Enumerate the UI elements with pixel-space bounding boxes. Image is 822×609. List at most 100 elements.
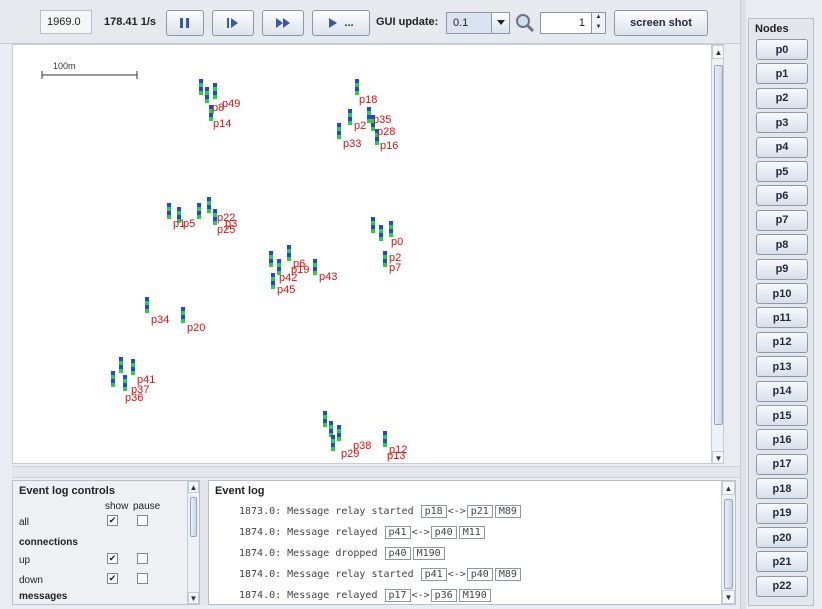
node-marker[interactable] xyxy=(313,259,317,275)
world-view[interactable]: 100m p49 p8 p14 p18 p2 p35 p28 p33 p16 p… xyxy=(12,44,724,464)
node-button-p15[interactable]: p15 xyxy=(756,405,808,426)
node-button-p13[interactable]: p13 xyxy=(756,356,808,378)
node-marker[interactable] xyxy=(131,359,135,375)
node-marker[interactable] xyxy=(287,245,291,261)
node-link[interactable]: p18 xyxy=(420,505,447,518)
node-marker[interactable] xyxy=(331,435,335,451)
gui-update-select[interactable]: 0.1 xyxy=(446,12,510,34)
message-link[interactable]: M190 xyxy=(458,589,491,602)
scroll-down-icon[interactable]: ▼ xyxy=(722,590,735,604)
node-button-p7[interactable]: p7 xyxy=(756,209,808,231)
node-marker[interactable] xyxy=(111,371,115,387)
node-link[interactable]: p40 xyxy=(466,568,493,581)
message-link[interactable]: M89 xyxy=(494,568,521,581)
scroll-up-icon[interactable]: ▲ xyxy=(188,481,199,493)
scroll-thumb[interactable] xyxy=(714,65,723,425)
node-marker[interactable] xyxy=(271,273,275,289)
message-link[interactable]: M89 xyxy=(494,505,521,518)
node-button-p14[interactable]: p14 xyxy=(756,380,808,402)
node-marker[interactable] xyxy=(197,203,201,219)
log-splitter[interactable] xyxy=(200,480,208,605)
gui-update-value: 0.1 xyxy=(447,13,491,33)
node-marker[interactable] xyxy=(207,197,211,213)
screenshot-button[interactable]: screen shot xyxy=(614,10,708,36)
world-scrollbar[interactable]: ▲ ▼ xyxy=(711,45,723,463)
node-label: p5 xyxy=(183,218,196,230)
node-button-p6[interactable]: p6 xyxy=(756,185,808,207)
node-button-p5[interactable]: p5 xyxy=(756,161,808,182)
node-button-p10[interactable]: p10 xyxy=(756,283,808,304)
node-button-p21[interactable]: p21 xyxy=(756,551,808,573)
node-button-p12[interactable]: p12 xyxy=(756,331,808,353)
node-marker[interactable] xyxy=(383,431,387,447)
node-button-p20[interactable]: p20 xyxy=(756,527,808,548)
node-button-p16[interactable]: p16 xyxy=(756,429,808,451)
log-scrollbar[interactable]: ▲ ▼ xyxy=(721,481,735,604)
zoom-spinner[interactable]: 1 ▲ ▼ xyxy=(540,12,606,34)
scroll-thumb[interactable] xyxy=(724,499,733,589)
node-marker[interactable] xyxy=(337,123,341,139)
node-marker[interactable] xyxy=(355,79,359,95)
scroll-up-icon[interactable]: ▲ xyxy=(722,481,735,495)
node-marker[interactable] xyxy=(123,375,127,391)
node-marker[interactable] xyxy=(119,357,123,373)
node-button-p0[interactable]: p0 xyxy=(756,39,808,60)
message-link[interactable]: M11 xyxy=(458,526,485,539)
node-button-p17[interactable]: p17 xyxy=(756,453,808,475)
message-link[interactable]: M190 xyxy=(412,547,445,560)
fast-forward-button[interactable] xyxy=(262,10,304,36)
pause-down-checkbox[interactable] xyxy=(137,573,148,584)
log-text: 1874.0: Message relay started xyxy=(239,569,414,580)
node-button-p19[interactable]: p19 xyxy=(756,502,808,524)
scroll-down-icon[interactable]: ▼ xyxy=(188,592,199,604)
scroll-down-icon[interactable]: ▼ xyxy=(712,451,723,463)
pause-up-checkbox[interactable] xyxy=(137,553,148,564)
node-marker[interactable] xyxy=(213,83,217,99)
show-column-header: show xyxy=(105,501,129,512)
show-up-checkbox[interactable]: ✔ xyxy=(107,553,118,564)
horizontal-splitter[interactable] xyxy=(12,466,740,478)
node-marker[interactable] xyxy=(337,425,341,441)
node-button-p11[interactable]: p11 xyxy=(756,307,808,329)
controls-scrollbar[interactable]: ▲ ▼ xyxy=(187,481,199,604)
node-link[interactable]: p41 xyxy=(420,568,447,581)
show-down-checkbox[interactable]: ✔ xyxy=(107,573,118,584)
show-all-checkbox[interactable]: ✔ xyxy=(107,515,118,526)
node-marker[interactable] xyxy=(383,251,387,267)
scroll-thumb[interactable] xyxy=(190,497,197,537)
spinner-down-icon[interactable]: ▼ xyxy=(592,23,605,33)
node-marker[interactable] xyxy=(371,217,375,233)
node-link[interactable]: p36 xyxy=(430,589,457,602)
node-link[interactable]: p17 xyxy=(384,589,411,602)
node-marker[interactable] xyxy=(145,297,149,313)
scroll-up-icon[interactable]: ▲ xyxy=(712,45,723,59)
node-button-p1[interactable]: p1 xyxy=(756,63,808,85)
node-marker[interactable] xyxy=(323,411,327,427)
node-marker[interactable] xyxy=(205,87,209,103)
node-button-p4[interactable]: p4 xyxy=(756,136,808,158)
node-button-p3[interactable]: p3 xyxy=(756,112,808,134)
node-marker[interactable] xyxy=(181,307,185,323)
node-marker[interactable] xyxy=(269,251,273,267)
node-link[interactable]: p40 xyxy=(384,547,411,560)
node-button-p9[interactable]: p9 xyxy=(756,258,808,280)
vertical-splitter[interactable] xyxy=(740,0,746,609)
pause-button[interactable] xyxy=(166,10,204,36)
node-button-p8[interactable]: p8 xyxy=(756,234,808,256)
node-marker[interactable] xyxy=(167,203,171,219)
log-entry: 1874.0: Message relay started p41 <-> p4… xyxy=(239,568,522,581)
node-button-p18[interactable]: p18 xyxy=(756,478,808,500)
node-link[interactable]: p21 xyxy=(466,505,493,518)
node-marker[interactable] xyxy=(199,79,203,95)
node-button-p22[interactable]: p22 xyxy=(756,575,808,597)
run-until-button[interactable]: ... xyxy=(312,10,370,36)
pause-all-checkbox[interactable] xyxy=(137,515,148,526)
node-marker[interactable] xyxy=(379,225,383,241)
node-marker[interactable] xyxy=(348,109,352,125)
node-button-p2[interactable]: p2 xyxy=(756,87,808,109)
node-link[interactable]: p40 xyxy=(430,526,457,539)
step-button[interactable] xyxy=(212,10,254,36)
node-link[interactable]: p41 xyxy=(384,526,411,539)
node-marker[interactable] xyxy=(389,221,393,237)
spinner-up-icon[interactable]: ▲ xyxy=(592,13,605,23)
